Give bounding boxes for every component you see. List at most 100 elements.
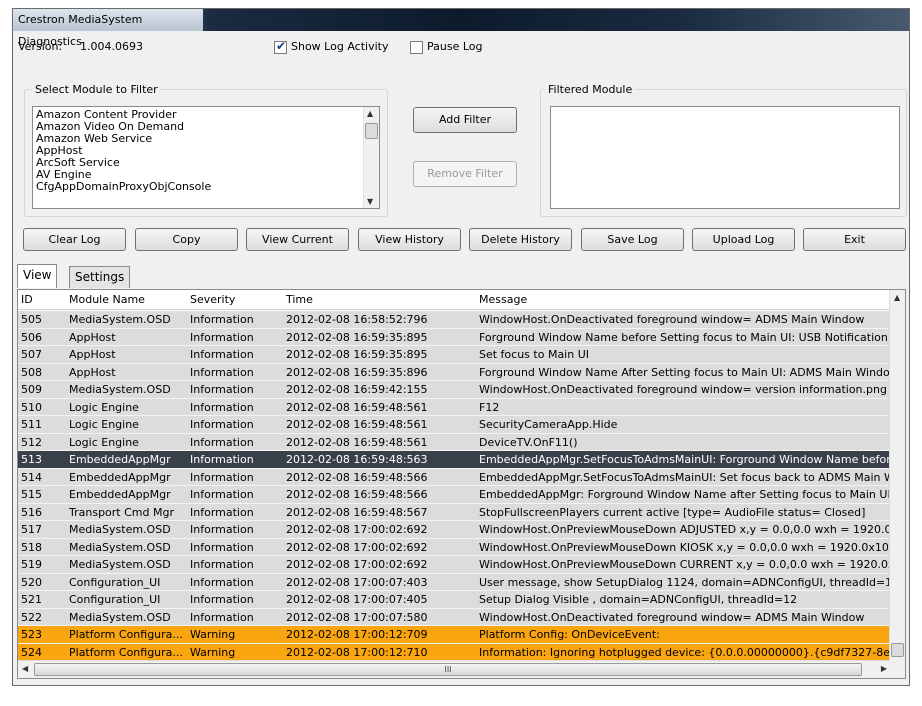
cell-message: WindowHost.OnDeactivated foreground wind…	[479, 313, 865, 326]
table-row[interactable]: 513 EmbeddedAppMgr Information 2012-02-08 1…	[18, 451, 891, 469]
clear-log-button[interactable]: Clear Log	[23, 228, 126, 251]
table-row[interactable]: 511 Logic Engine Information 2012-02-08 16:…	[18, 416, 891, 434]
cell-time: 2012-02-08 17:00:02:692	[286, 558, 428, 571]
table-row[interactable]: 520 Configuration_UI Information 2012-02-08…	[18, 573, 891, 591]
list-item[interactable]: CfgAppDomainProxyObjConsole	[33, 181, 379, 193]
table-row[interactable]: 505 MediaSystem.OSD Information 2012-02-08 …	[18, 311, 891, 329]
column-header-message[interactable]: Message	[476, 290, 891, 309]
table-row[interactable]: 514 EmbeddedAppMgr Information 2012-02-08 1…	[18, 468, 891, 486]
cell-message: EmbeddedAppMgr.SetFocusToAdmsMainUI: For…	[479, 453, 891, 466]
cell-message: Information: Ignoring hotplugged device:…	[479, 645, 891, 659]
log-grid[interactable]: ID Module Name Severity Time Message 505…	[17, 289, 906, 679]
scroll-down-icon[interactable]: ▼	[367, 197, 373, 206]
cell-module: MediaSystem.OSD	[69, 558, 171, 571]
cell-message: EmbeddedAppMgr: Forground Window Name af…	[479, 488, 891, 501]
filtered-module-legend: Filtered Module	[545, 83, 636, 96]
select-module-legend: Select Module to Filter	[32, 83, 161, 96]
cell-module: MediaSystem.OSD	[69, 383, 171, 396]
table-row[interactable]: 524 Platform Configura... Warning 2012-02-0…	[18, 643, 891, 661]
scroll-thumb[interactable]	[365, 123, 378, 139]
column-header-time[interactable]: Time	[283, 290, 476, 309]
exit-button[interactable]: Exit	[803, 228, 906, 251]
table-row[interactable]: 510 Logic Engine Information 2012-02-08 16:…	[18, 398, 891, 416]
save-log-button[interactable]: Save Log	[581, 228, 684, 251]
module-list-scrollbar[interactable]: ▲ ▼	[363, 107, 379, 208]
cell-time: 2012-02-08 16:59:48:567	[286, 505, 428, 519]
scroll-right-icon[interactable]: ▶	[881, 664, 887, 673]
cell-message: Set focus to Main UI	[479, 348, 589, 361]
table-row[interactable]: 507 AppHost Information 2012-02-08 16:59:35…	[18, 346, 891, 364]
cell-time: 2012-02-08 16:59:35:895	[286, 348, 428, 361]
cell-message: WindowHost.OnDeactivated foreground wind…	[479, 383, 891, 396]
table-row[interactable]: 517 MediaSystem.OSD Information 2012-02-08 …	[18, 521, 891, 539]
cell-time: 2012-02-08 16:59:48:561	[286, 435, 428, 449]
remove-filter-button[interactable]: Remove Filter	[413, 161, 517, 187]
table-row[interactable]: 506 AppHost Information 2012-02-08 16:59:35…	[18, 328, 891, 346]
table-row[interactable]: 523 Platform Configura... Warning 2012-02-0…	[18, 626, 891, 644]
scroll-left-icon[interactable]: ◀	[22, 664, 28, 673]
add-filter-button[interactable]: Add Filter	[413, 107, 517, 133]
table-row[interactable]: 508 AppHost Information 2012-02-08 16:59:35…	[18, 363, 891, 381]
cell-id: 506	[21, 330, 42, 344]
cell-severity: Information	[190, 365, 254, 379]
version-value: 1.004.0693	[80, 40, 143, 53]
cell-message: DeviceTV.OnF11()	[479, 435, 578, 449]
cell-severity: Information	[190, 505, 254, 519]
diagnostics-window: Crestron MediaSystem Diagnostics Version…	[12, 8, 910, 686]
show-log-activity-checkbox[interactable]: ✔	[274, 39, 287, 54]
scroll-up-icon[interactable]: ▲	[367, 109, 373, 118]
tab-settings[interactable]: Settings	[69, 266, 131, 288]
cell-severity: Information	[190, 575, 254, 589]
cell-severity: Information	[190, 453, 254, 466]
cell-severity: Information	[190, 330, 254, 344]
cell-id: 520	[21, 575, 42, 589]
tab-view[interactable]: View	[17, 264, 58, 288]
grid-horizontal-scrollbar[interactable]: ◀ III ▶	[18, 660, 891, 678]
column-header-module[interactable]: Module Name	[66, 290, 187, 309]
table-row[interactable]: 516 Transport Cmd Mgr Information 2012-02-0…	[18, 503, 891, 521]
cell-message: Platform Config: OnDeviceEvent:	[479, 628, 660, 641]
cell-severity: Information	[190, 348, 254, 361]
table-row[interactable]: 519 MediaSystem.OSD Information 2012-02-08 …	[18, 556, 891, 574]
table-row[interactable]: 509 MediaSystem.OSD Information 2012-02-08 …	[18, 381, 891, 399]
column-header-id[interactable]: ID	[18, 290, 66, 309]
table-row[interactable]: 518 MediaSystem.OSD Information 2012-02-08 …	[18, 538, 891, 556]
cell-module: EmbeddedAppMgr	[69, 488, 171, 501]
grid-vertical-scrollbar[interactable]: ▲	[889, 290, 905, 660]
cell-severity: Information	[190, 593, 254, 606]
table-row[interactable]: 515 EmbeddedAppMgr Information 2012-02-08 1…	[18, 486, 891, 504]
cell-module: EmbeddedAppMgr	[69, 453, 171, 466]
column-header-severity[interactable]: Severity	[187, 290, 283, 309]
cell-message: Setup Dialog Visible , domain=ADNConfigU…	[479, 593, 798, 606]
view-current-button[interactable]: View Current	[246, 228, 349, 251]
cell-module: Transport Cmd Mgr	[69, 505, 174, 519]
module-listbox[interactable]: Amazon Content Provider Amazon Video On …	[32, 106, 380, 209]
view-history-button[interactable]: View History	[358, 228, 461, 251]
delete-history-button[interactable]: Delete History	[469, 228, 572, 251]
scroll-up-icon[interactable]: ▲	[894, 293, 900, 302]
title-bar[interactable]: Crestron MediaSystem Diagnostics	[13, 9, 909, 48]
cell-time: 2012-02-08 16:59:48:561	[286, 418, 428, 431]
cell-module: AppHost	[69, 348, 116, 361]
cell-message: WindowHost.OnDeactivated foreground wind…	[479, 610, 865, 624]
cell-id: 513	[21, 453, 42, 466]
upload-log-button[interactable]: Upload Log	[692, 228, 795, 251]
scroll-thumb[interactable]: III	[34, 663, 862, 676]
table-row[interactable]: 522 MediaSystem.OSD Information 2012-02-08 …	[18, 608, 891, 626]
copy-button[interactable]: Copy	[135, 228, 238, 251]
filtered-module-listbox[interactable]	[550, 106, 900, 209]
list-item[interactable]: Amazon Web Service	[33, 133, 379, 145]
cell-module: Platform Configura...	[69, 628, 183, 641]
cell-module: Configuration_UI	[69, 575, 161, 589]
cell-id: 522	[21, 610, 42, 624]
cell-severity: Warning	[190, 628, 236, 641]
cell-time: 2012-02-08 16:58:52:796	[286, 313, 428, 326]
cell-time: 2012-02-08 16:59:35:896	[286, 365, 428, 379]
pause-log-checkbox[interactable]	[410, 41, 423, 54]
table-row[interactable]: 512 Logic Engine Information 2012-02-08 16:…	[18, 433, 891, 451]
table-row[interactable]: 521 Configuration_UI Information 2012-02-08…	[18, 591, 891, 609]
scroll-thumb[interactable]	[891, 643, 904, 657]
cell-severity: Information	[190, 470, 254, 484]
cell-message: Forground Window Name After Setting focu…	[479, 365, 891, 379]
cell-severity: Information	[190, 435, 254, 449]
